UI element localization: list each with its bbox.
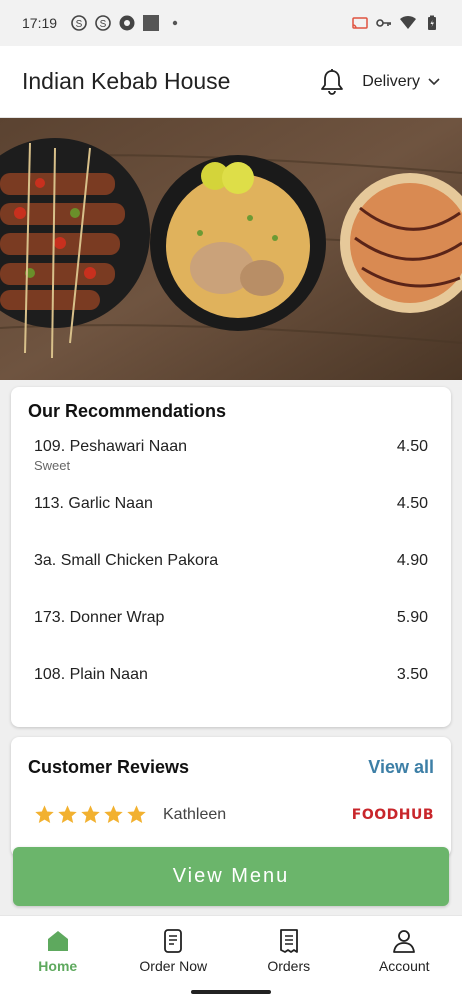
recommendations-title: Our Recommendations [28, 401, 227, 421]
item-name: 3a. Small Chicken Pakora [34, 552, 219, 569]
reviews-title: Customer Reviews [28, 757, 190, 777]
home-icon [47, 930, 68, 951]
app-s-icon: S [95, 15, 111, 31]
status-time: 17:19 [22, 15, 58, 31]
view-all-reviews-link[interactable]: View all [368, 757, 434, 778]
reviewer-name: Kathleen [163, 805, 227, 823]
wifi-icon [400, 15, 416, 29]
svg-text:S: S [76, 19, 83, 30]
item-price: 3.50 [396, 666, 428, 683]
nav-home-label: Home [38, 957, 78, 974]
nav-account[interactable]: Account [347, 916, 462, 985]
view-menu-button[interactable]: View Menu [13, 847, 449, 906]
app-circle-icon [119, 15, 135, 31]
star-icon [104, 805, 123, 823]
recommendation-item[interactable]: 173. Donner Wrap 5.90 [28, 609, 434, 666]
nav-order-now-label: Order Now [139, 957, 208, 974]
item-name: 113. Garlic Naan [34, 495, 153, 512]
hero-food-image [0, 118, 462, 380]
nav-order-now[interactable]: Order Now [116, 916, 232, 985]
foodhub-logo: FOODHUB [351, 806, 434, 823]
app-header: Indian Kebab House Delivery [0, 46, 462, 118]
status-system-icons [352, 15, 440, 31]
nav-orders[interactable]: Orders [231, 916, 347, 985]
notification-bell-icon[interactable] [318, 68, 346, 96]
order-now-icon [164, 928, 183, 953]
star-icon [81, 805, 100, 823]
star-icon [35, 805, 54, 823]
item-price: 4.50 [396, 495, 428, 512]
rating-stars [34, 804, 147, 825]
recommendations-card: Our Recommendations 109. Peshawari Naan … [11, 387, 451, 727]
system-home-indicator [0, 985, 462, 1000]
account-icon [393, 929, 416, 953]
orders-receipt-icon [279, 928, 298, 953]
app-square-icon [143, 15, 160, 31]
battery-icon [428, 15, 436, 30]
item-price: 4.50 [396, 438, 428, 455]
recommendation-item[interactable]: 3a. Small Chicken Pakora 4.90 [28, 552, 434, 609]
nav-home[interactable]: Home [0, 916, 116, 985]
dot-icon [172, 20, 178, 26]
status-notification-icons: S S [71, 15, 183, 31]
delivery-mode-selector[interactable]: Delivery [362, 73, 440, 91]
recommendations-list: 109. Peshawari Naan Sweet 4.50 113. Garl… [28, 438, 434, 723]
star-icon [58, 805, 77, 823]
item-price: 5.90 [396, 609, 428, 626]
app-s-icon: S [71, 15, 87, 31]
nav-account-label: Account [378, 957, 430, 974]
star-icon [127, 805, 146, 823]
customer-reviews-card: Customer Reviews View all Kathleen FOODH… [11, 737, 451, 857]
delivery-mode-label: Delivery [362, 72, 420, 90]
cast-icon [352, 17, 368, 29]
recommendation-item[interactable]: 113. Garlic Naan 4.50 [28, 495, 434, 552]
restaurant-title: Indian Kebab House [22, 68, 231, 94]
home-gesture-bar[interactable] [191, 990, 271, 994]
item-name: 173. Donner Wrap [34, 609, 165, 626]
chevron-down-icon [428, 77, 440, 85]
recommendation-item[interactable]: 109. Peshawari Naan Sweet 4.50 [28, 438, 434, 495]
key-icon [376, 19, 391, 27]
svg-text:S: S [100, 19, 107, 30]
recommendation-item[interactable]: 108. Plain Naan 3.50 [28, 666, 434, 723]
nav-orders-label: Orders [267, 957, 311, 974]
item-name: 108. Plain Naan [34, 666, 148, 683]
review-item[interactable]: Kathleen FOODHUB [28, 804, 434, 825]
status-bar: 17:19 S S [0, 0, 462, 46]
item-name: 109. Peshawari Naan [34, 438, 187, 455]
item-price: 4.90 [396, 552, 428, 569]
item-note: Sweet [34, 458, 71, 473]
bottom-navigation: Home Order Now Orders Account [0, 915, 462, 985]
